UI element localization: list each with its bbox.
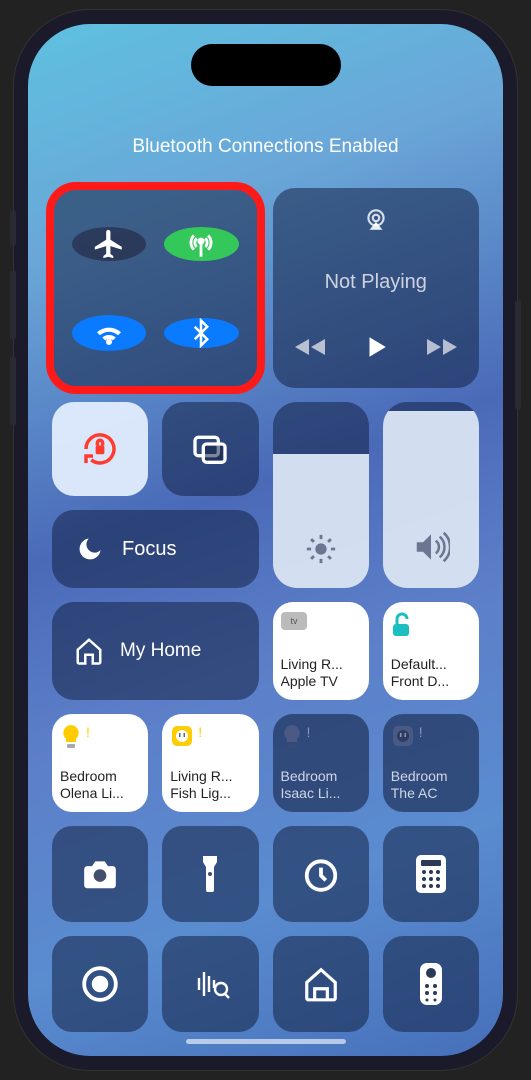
home-icon <box>302 965 340 1003</box>
tile-sub: Apple TV <box>281 673 361 690</box>
screen-record-button[interactable] <box>52 936 148 1032</box>
tile-sub: Fish Lig... <box>170 785 250 802</box>
wifi-icon <box>91 315 127 351</box>
timer-button[interactable] <box>273 826 369 922</box>
volume-slider[interactable] <box>383 402 479 588</box>
focus-label: Focus <box>122 538 176 561</box>
apple-tv-remote-button[interactable] <box>383 936 479 1032</box>
connectivity-group[interactable] <box>52 188 259 388</box>
tile-label: Living R... <box>281 656 361 673</box>
sound-search-icon <box>190 967 230 1001</box>
tile-label: Bedroom <box>281 768 361 785</box>
record-icon <box>81 965 119 1003</box>
tutorial-highlight <box>46 182 265 394</box>
status-title: Bluetooth Connections Enabled <box>52 136 479 158</box>
wifi-button[interactable] <box>72 315 146 351</box>
calculator-icon <box>416 855 446 893</box>
bulb-on-icon <box>60 724 82 750</box>
outlet-on-icon <box>170 724 194 748</box>
rotation-lock-button[interactable] <box>52 402 148 496</box>
calculator-button[interactable] <box>383 826 479 922</box>
moon-icon <box>76 535 104 563</box>
home-tile-bedroom-the-ac[interactable]: ! Bedroom The AC <box>383 714 479 812</box>
home-tile-bedroom-olena-light[interactable]: ! Bedroom Olena Li... <box>52 714 148 812</box>
airplane-icon <box>92 227 126 261</box>
shazam-button[interactable] <box>162 936 258 1032</box>
tile-sub: Olena Li... <box>60 785 140 802</box>
tile-sub: Isaac Li... <box>281 785 361 802</box>
tile-label: Bedroom <box>391 768 471 785</box>
brightness-icon <box>304 532 338 566</box>
screen-mirror-button[interactable] <box>162 402 258 496</box>
forward-icon[interactable] <box>425 335 459 359</box>
camera-button[interactable] <box>52 826 148 922</box>
tile-label: Bedroom <box>60 768 140 785</box>
home-tile-bedroom-isaac-light[interactable]: ! Bedroom Isaac Li... <box>273 714 369 812</box>
my-home-label: My Home <box>120 640 201 662</box>
home-app-button[interactable] <box>273 936 369 1032</box>
appletv-icon: tv <box>281 612 307 634</box>
media-title: Not Playing <box>325 271 427 294</box>
flashlight-button[interactable] <box>162 826 258 922</box>
focus-button[interactable]: Focus <box>52 510 259 588</box>
antenna-icon <box>184 227 218 261</box>
my-home-button[interactable]: My Home <box>52 602 259 700</box>
house-icon <box>74 636 104 666</box>
media-playback-group[interactable]: Not Playing <box>273 188 480 388</box>
bulb-off-icon <box>281 724 303 750</box>
screen-mirror-icon <box>190 429 230 469</box>
tile-sub: Front D... <box>391 673 471 690</box>
tile-label: Default... <box>391 656 471 673</box>
camera-icon <box>81 855 119 893</box>
home-indicator[interactable] <box>186 1039 346 1044</box>
home-tile-living-room-fish-light[interactable]: ! Living R... Fish Lig... <box>162 714 258 812</box>
bluetooth-icon <box>186 318 216 348</box>
airplay-icon[interactable] <box>363 206 389 232</box>
svg-text:tv: tv <box>290 616 298 626</box>
timer-icon <box>302 855 340 893</box>
rewind-icon[interactable] <box>293 335 327 359</box>
play-icon[interactable] <box>363 332 389 362</box>
tile-label: Living R... <box>170 768 250 785</box>
lock-open-icon <box>391 612 413 638</box>
flashlight-icon <box>199 854 221 894</box>
airplane-mode-button[interactable] <box>72 227 146 261</box>
volume-icon <box>412 528 450 566</box>
bluetooth-button[interactable] <box>164 318 238 348</box>
home-tile-living-room-appletv[interactable]: tv Living R... Apple TV <box>273 602 369 700</box>
outlet-off-icon <box>391 724 415 748</box>
tile-sub: The AC <box>391 785 471 802</box>
remote-icon <box>420 963 442 1005</box>
rotation-lock-icon <box>79 428 121 470</box>
brightness-slider[interactable] <box>273 402 369 588</box>
home-tile-default-front-door[interactable]: Default... Front D... <box>383 602 479 700</box>
cellular-data-button[interactable] <box>164 227 238 261</box>
